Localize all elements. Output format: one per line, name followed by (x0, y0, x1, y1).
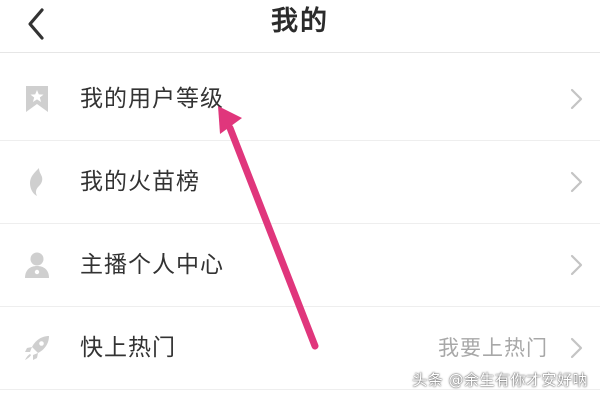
menu-list: 我的用户等级 我的火苗榜 主播个人中心 快上热门 我要上热门 (0, 58, 600, 390)
page-title: 我的 (271, 6, 329, 37)
menu-item-label: 我的用户等级 (80, 86, 224, 112)
back-arrow-icon (28, 8, 44, 40)
flame-icon (30, 168, 43, 196)
menu-item-anchor-center[interactable]: 主播个人中心 (0, 224, 600, 307)
chevron-right-icon (570, 171, 583, 193)
user-icon (25, 252, 49, 278)
rocket-icon (25, 336, 49, 360)
menu-item-label: 我的火苗榜 (80, 169, 200, 195)
menu-item-label: 快上热门 (80, 335, 176, 361)
menu-item-flame-rank[interactable]: 我的火苗榜 (0, 141, 600, 224)
menu-item-label: 主播个人中心 (80, 252, 224, 278)
chevron-right-icon (570, 88, 583, 110)
menu-item-user-level[interactable]: 我的用户等级 (0, 58, 600, 141)
bookmark-star-icon (26, 86, 48, 112)
back-button[interactable] (18, 4, 58, 44)
header-bar: 我的 (0, 0, 600, 53)
chevron-right-icon (570, 254, 583, 276)
watermark-text: 头条 @余生有你才安好呐 (412, 371, 588, 389)
chevron-right-icon (570, 337, 583, 359)
